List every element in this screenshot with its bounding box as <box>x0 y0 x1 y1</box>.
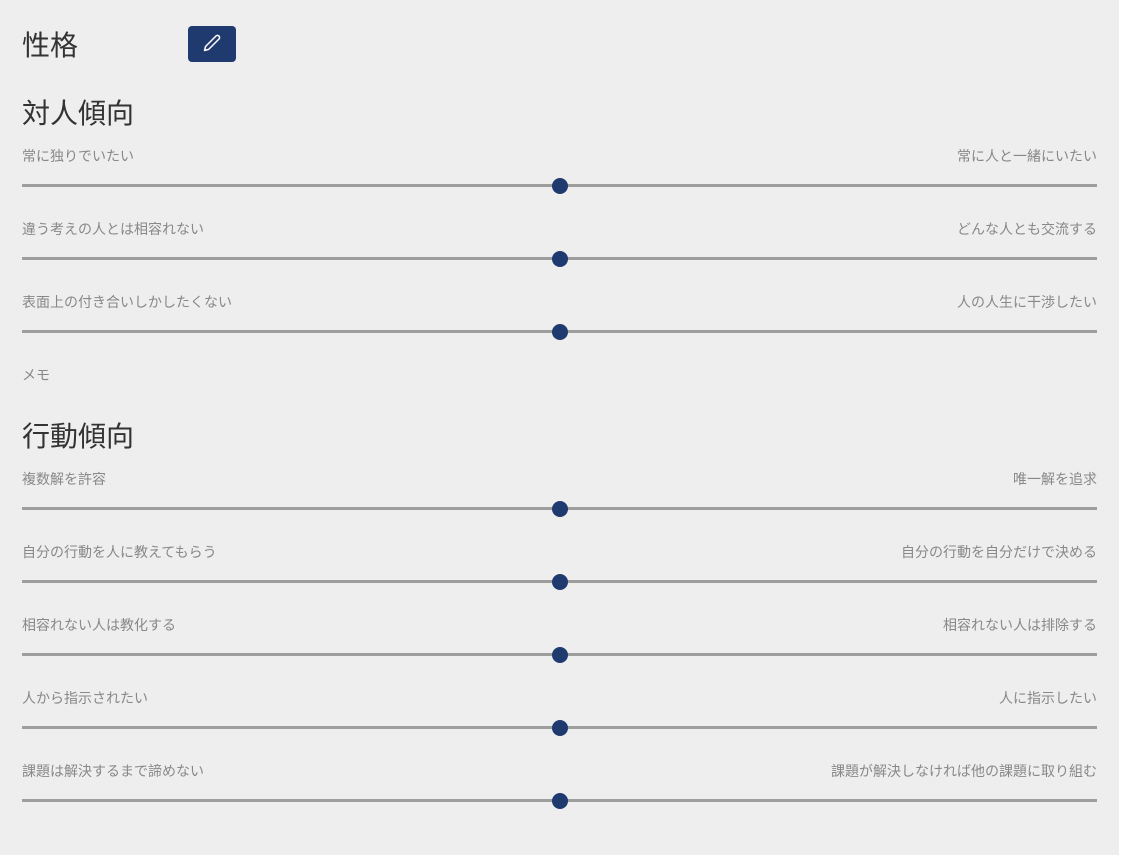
slider-thumb[interactable] <box>552 720 568 736</box>
slider-row: 人から指示されたい 人に指示したい <box>22 688 1119 729</box>
slider-thumb[interactable] <box>552 251 568 267</box>
slider-row: 表面上の付き合いしかしたくない 人の人生に干渉したい <box>22 292 1119 333</box>
slider-left-label: 常に独りでいたい <box>22 146 134 166</box>
slider-right-label: 常に人と一緒にいたい <box>957 146 1097 166</box>
section-heading-interpersonal: 対人傾向 <box>22 92 1119 132</box>
slider-left-label: 複数解を許容 <box>22 469 106 489</box>
slider-left-label: 表面上の付き合いしかしたくない <box>22 292 232 312</box>
edit-button[interactable] <box>188 26 236 62</box>
slider-track[interactable] <box>22 653 1097 656</box>
slider-left-label: 課題は解決するまで諦めない <box>22 761 204 781</box>
slider-thumb[interactable] <box>552 178 568 194</box>
slider-right-label: どんな人とも交流する <box>957 219 1097 239</box>
slider-track[interactable] <box>22 580 1097 583</box>
slider-thumb[interactable] <box>552 574 568 590</box>
slider-right-label: 人に指示したい <box>999 688 1097 708</box>
slider-left-label: 自分の行動を人に教えてもらう <box>22 542 217 562</box>
memo-label: メモ <box>22 365 1119 385</box>
slider-thumb[interactable] <box>552 501 568 517</box>
right-panel-edge <box>1119 0 1127 855</box>
slider-left-label: 相容れない人は教化する <box>22 615 176 635</box>
slider-track[interactable] <box>22 507 1097 510</box>
slider-thumb[interactable] <box>552 793 568 809</box>
slider-track[interactable] <box>22 799 1097 802</box>
header-row: 性格 <box>22 24 1119 64</box>
personality-card: 性格 対人傾向 常に独りでいたい 常に人と一緒にいたい 違う考えの <box>0 0 1119 802</box>
slider-right-label: 相容れない人は排除する <box>943 615 1097 635</box>
slider-row: 違う考えの人とは相容れない どんな人とも交流する <box>22 219 1119 260</box>
slider-right-label: 自分の行動を自分だけで決める <box>901 542 1097 562</box>
slider-track[interactable] <box>22 726 1097 729</box>
slider-track[interactable] <box>22 330 1097 333</box>
slider-track[interactable] <box>22 257 1097 260</box>
slider-right-label: 人の人生に干渉したい <box>957 292 1097 312</box>
slider-left-label: 人から指示されたい <box>22 688 148 708</box>
slider-left-label: 違う考えの人とは相容れない <box>22 219 204 239</box>
slider-row: 課題は解決するまで諦めない 課題が解決しなければ他の課題に取り組む <box>22 761 1119 802</box>
slider-row: 複数解を許容 唯一解を追求 <box>22 469 1119 510</box>
slider-thumb[interactable] <box>552 647 568 663</box>
slider-row: 常に独りでいたい 常に人と一緒にいたい <box>22 146 1119 187</box>
slider-right-label: 唯一解を追求 <box>1013 469 1097 489</box>
pencil-icon <box>203 34 221 55</box>
slider-row: 相容れない人は教化する 相容れない人は排除する <box>22 615 1119 656</box>
slider-track[interactable] <box>22 184 1097 187</box>
section-heading-behavioral: 行動傾向 <box>22 415 1119 455</box>
slider-thumb[interactable] <box>552 324 568 340</box>
slider-row: 自分の行動を人に教えてもらう 自分の行動を自分だけで決める <box>22 542 1119 583</box>
page-title: 性格 <box>22 24 78 64</box>
slider-right-label: 課題が解決しなければ他の課題に取り組む <box>831 761 1097 781</box>
